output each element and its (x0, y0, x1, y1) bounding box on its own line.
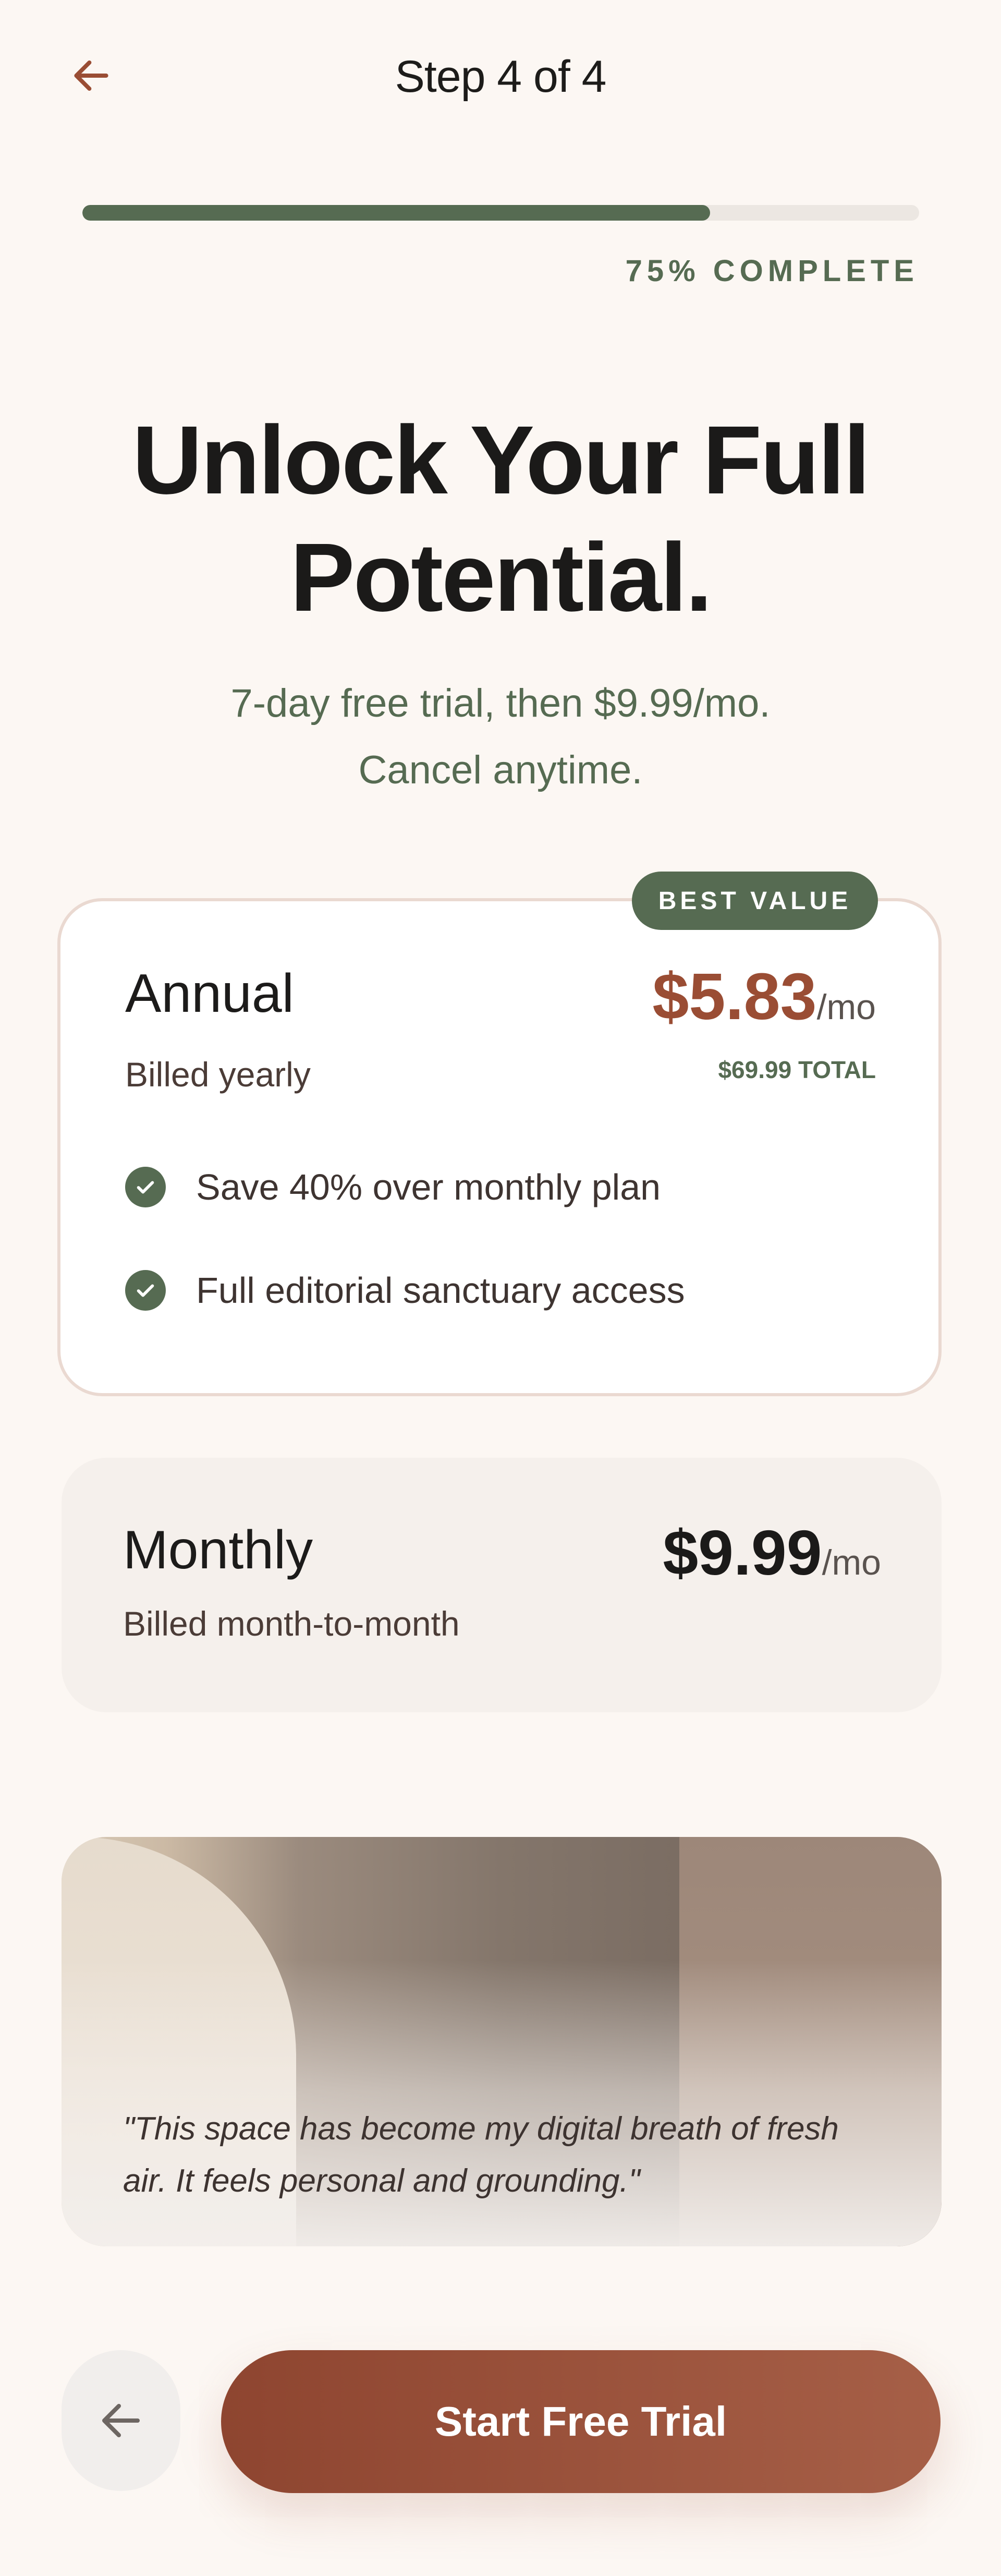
start-free-trial-button[interactable]: Start Free Trial (221, 2350, 941, 2493)
page-subtitle: 7-day free trial, then $9.99/mo. Cancel … (83, 670, 918, 804)
title-line-1: Unlock Your Full (132, 406, 871, 514)
arrow-left-icon (102, 2404, 140, 2437)
quote-line-2: air. It feels personal and grounding." (123, 2163, 640, 2199)
progress-bar (82, 205, 919, 221)
progress-label: 75% COMPLETE (625, 254, 919, 288)
check-circle-icon (125, 1270, 166, 1311)
plan-name: Annual (125, 963, 294, 1024)
price-unit: /mo (822, 1543, 881, 1582)
quote-line-1: "This space has become my digital breath… (123, 2111, 839, 2147)
subtitle-line-2: Cancel anytime. (358, 748, 643, 792)
plan-billing: Billed yearly (125, 1055, 311, 1094)
plan-price: $9.99/mo (663, 1516, 881, 1589)
price-amount: $5.83 (652, 960, 817, 1033)
page-title: Unlock Your Full Potential. (83, 402, 918, 636)
price-unit: /mo (816, 987, 876, 1027)
plan-name: Monthly (123, 1520, 313, 1580)
best-value-badge: BEST VALUE (632, 872, 878, 930)
testimonial-quote: "This space has become my digital breath… (123, 2103, 905, 2207)
price-total: $69.99 TOTAL (718, 1056, 876, 1083)
feature-text: Save 40% over monthly plan (196, 1167, 661, 1207)
plan-billing: Billed month-to-month (123, 1604, 460, 1643)
check-circle-icon (125, 1167, 166, 1207)
subtitle-line-1: 7-day free trial, then $9.99/mo. (230, 681, 771, 725)
feature-item: Full editorial sanctuary access (125, 1269, 685, 1311)
plan-card-monthly[interactable]: Monthly Billed month-to-month $9.99/mo (62, 1458, 942, 1712)
price-amount: $9.99 (663, 1517, 822, 1588)
testimonial-card: "This space has become my digital breath… (62, 1837, 942, 2246)
progress-fill (82, 205, 710, 221)
title-line-2: Potential. (290, 524, 712, 632)
plan-card-annual[interactable]: Annual Billed yearly $5.83/mo $69.99 TOT… (57, 898, 942, 1396)
step-title: Step 4 of 4 (395, 52, 607, 102)
plan-price: $5.83/mo (652, 959, 876, 1034)
feature-item: Save 40% over monthly plan (125, 1166, 661, 1208)
back-button-bottom[interactable] (62, 2350, 180, 2491)
feature-text: Full editorial sanctuary access (196, 1270, 685, 1311)
